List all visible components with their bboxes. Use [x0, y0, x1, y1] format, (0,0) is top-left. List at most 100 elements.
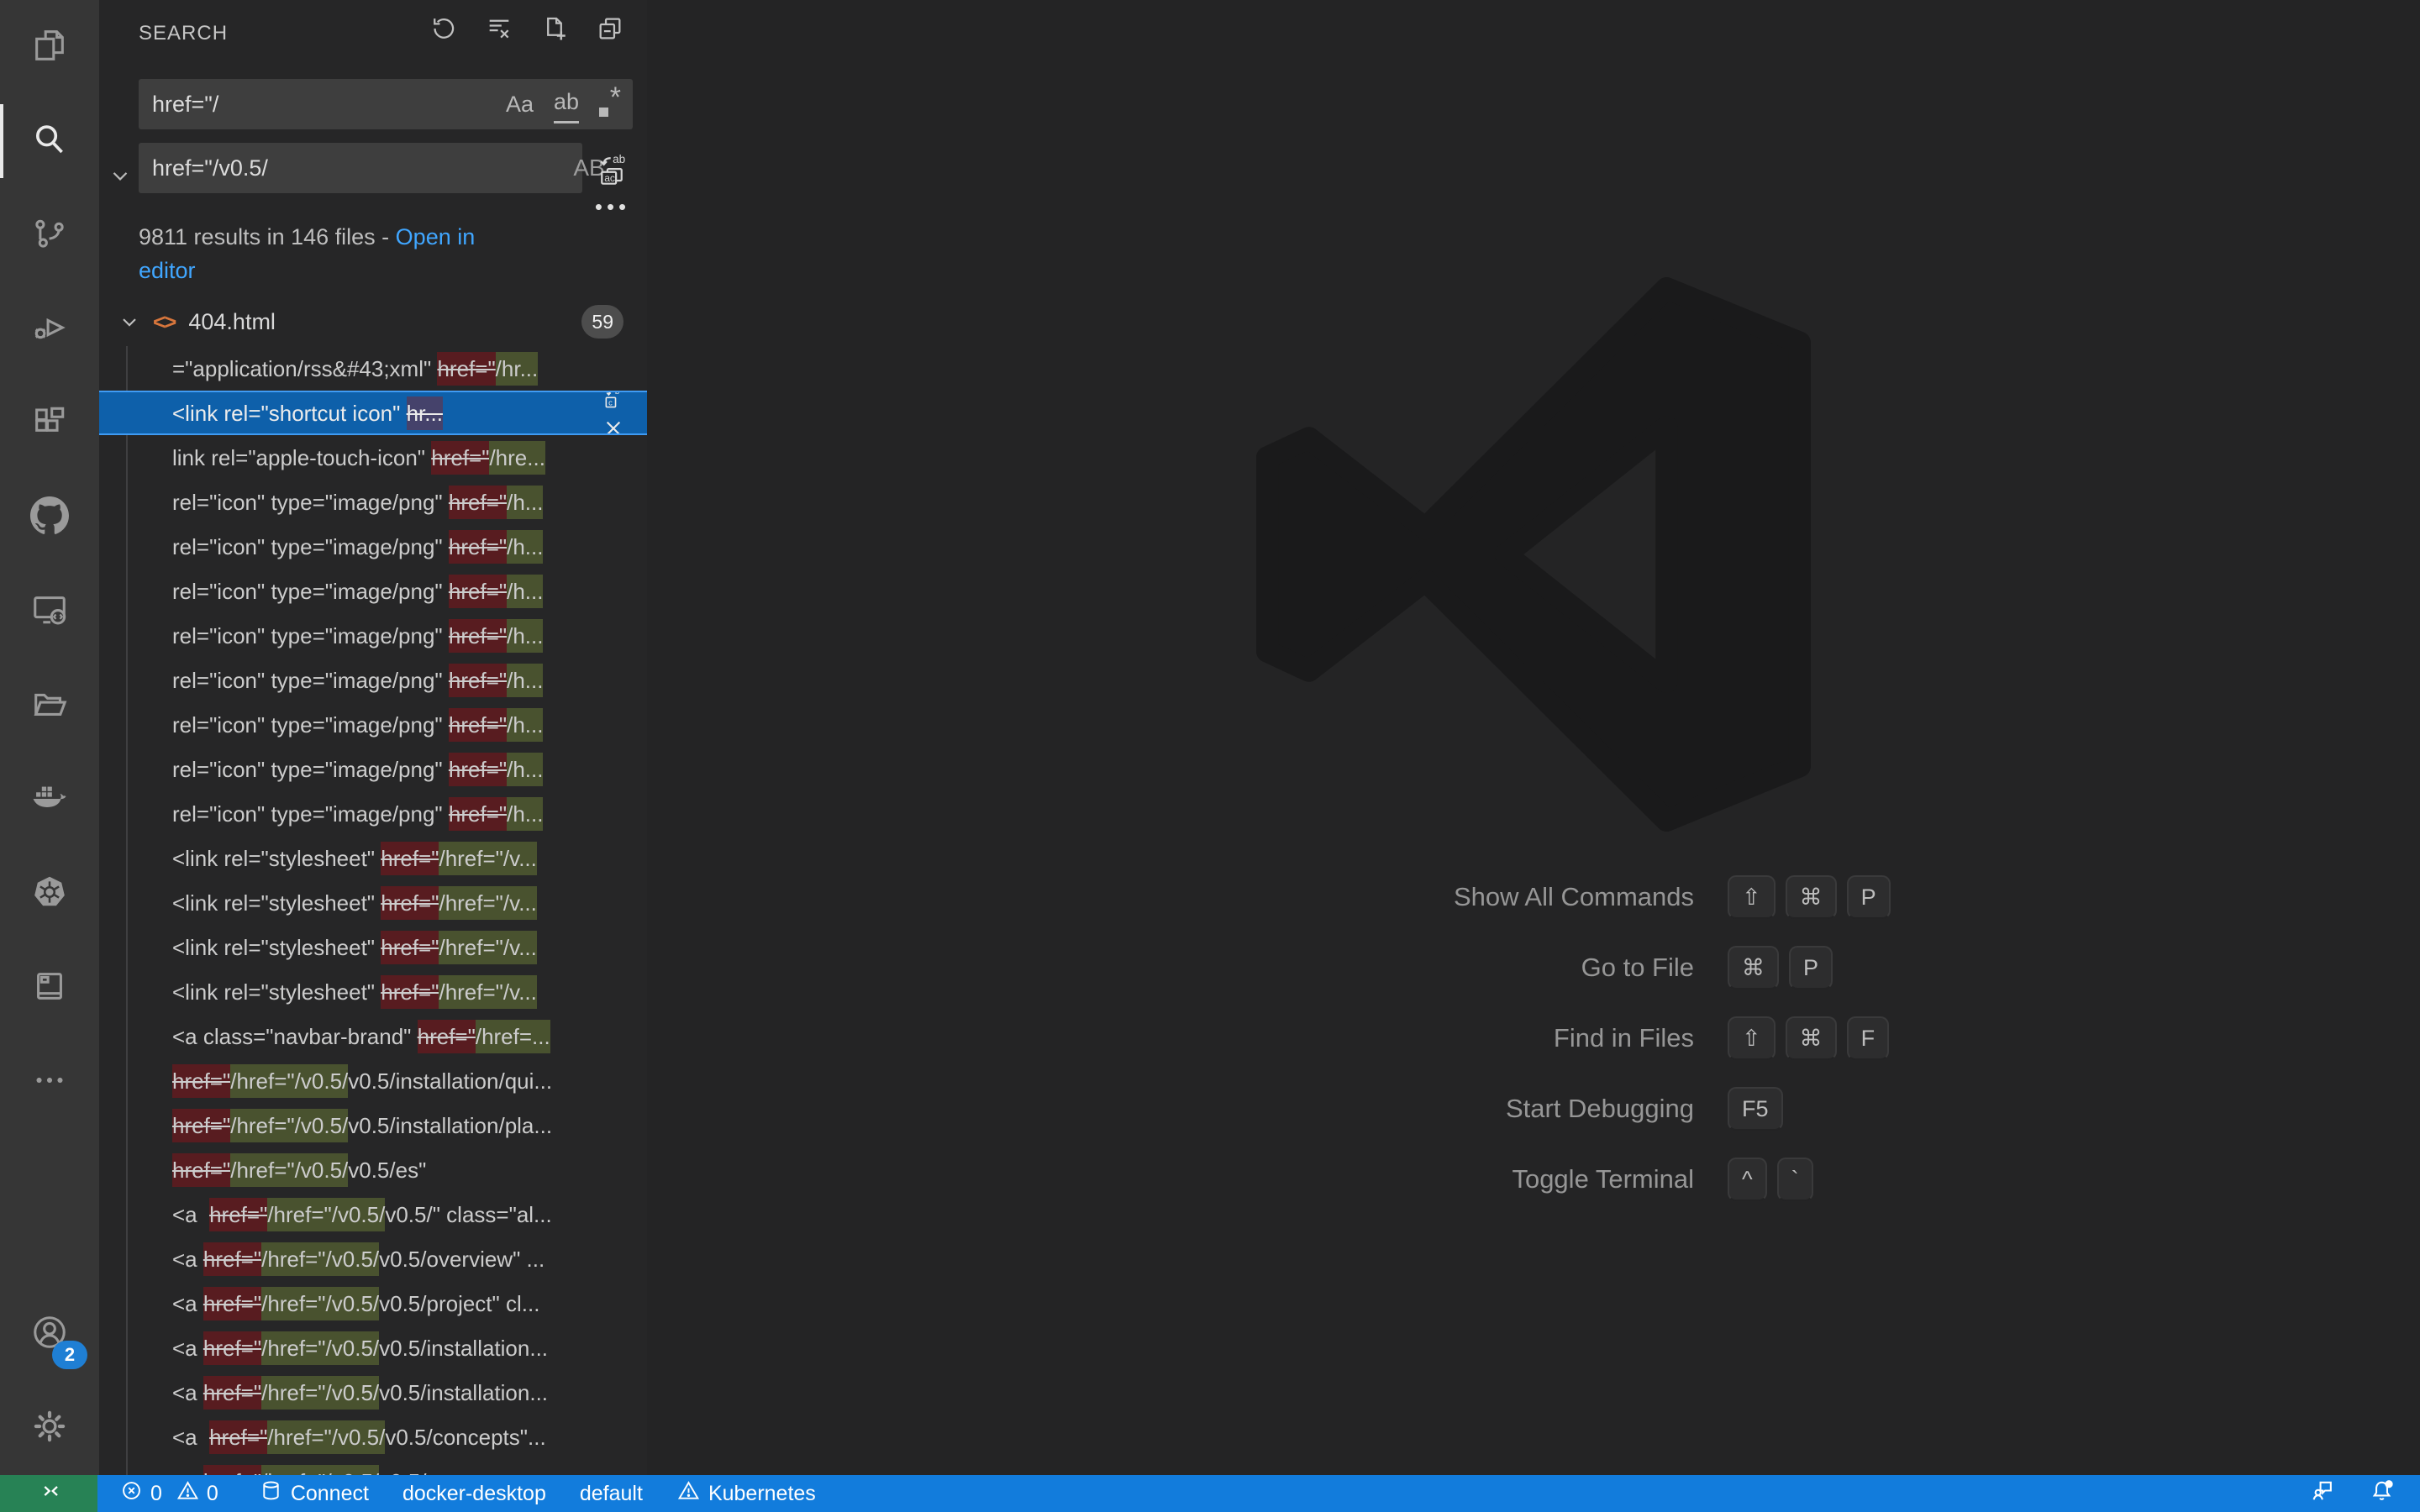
- sidebar-item-more[interactable]: [0, 1035, 99, 1129]
- match-case-toggle[interactable]: Aa: [506, 79, 534, 129]
- results-summary-text: 9811 results in 146 files: [139, 224, 376, 249]
- inserted-text: /href="/v0.5/: [267, 1198, 385, 1231]
- editor-area: Show All Commands⇧⌘PGo to File⌘PFind in …: [647, 0, 2420, 1475]
- sidebar-item-docker[interactable]: [0, 753, 99, 847]
- result-text: rel="icon" type="image/png": [172, 486, 449, 519]
- search-result-row[interactable]: <a href="/href="/v0.5/v0.5/installation.…: [99, 1370, 647, 1415]
- search-result-row[interactable]: rel="icon" type="image/png" href="/h...: [99, 747, 647, 791]
- search-result-row[interactable]: <a href="/href="/v0.5/v0.5/" class="al..…: [99, 1192, 647, 1236]
- settings-button[interactable]: [0, 1381, 99, 1475]
- result-text: v0.5/installation/qui...: [348, 1064, 552, 1098]
- result-text: <link rel="stylesheet": [172, 931, 381, 964]
- sidebar-item-explorer[interactable]: [0, 0, 99, 94]
- replace-all-button[interactable]: ab ac: [591, 149, 633, 191]
- removed-text: href=": [449, 575, 507, 608]
- sidebar-item-folder-explorer[interactable]: [0, 659, 99, 753]
- search-result-row[interactable]: <a href="/href="/v0.5/v0.5/concepts"...: [99, 1415, 647, 1459]
- search-result-row[interactable]: rel="icon" type="image/png" href="/h...: [99, 791, 647, 836]
- search-result-row[interactable]: rel="icon" type="image/png" href="/h...: [99, 480, 647, 524]
- notifications-bell-icon[interactable]: [2369, 1478, 2395, 1509]
- search-result-row[interactable]: href="/href="/v0.5/v0.5/installation/qui…: [99, 1058, 647, 1103]
- search-result-row[interactable]: href="/href="/v0.5/v0.5/es": [99, 1147, 647, 1192]
- kubernetes-status[interactable]: Kubernetes: [676, 1478, 816, 1509]
- sidebar-item-extensions[interactable]: [0, 376, 99, 470]
- search-result-row[interactable]: rel="icon" type="image/png" href="/h...: [99, 702, 647, 747]
- replace-match-button[interactable]: b c: [598, 391, 629, 413]
- clear-list-icon: [485, 14, 513, 47]
- collapse-all-button[interactable]: [592, 12, 629, 49]
- search-result-row[interactable]: <link rel="stylesheet" href="/href="/v..…: [99, 969, 647, 1014]
- result-text: v0.5/installation...: [379, 1376, 548, 1410]
- inserted-text: /href="/v...: [439, 931, 536, 964]
- result-text: <a: [172, 1287, 203, 1320]
- result-text: v0.5/" class="al...: [385, 1198, 551, 1231]
- search-result-row[interactable]: ="application/rss&#43;xml" href="/hr...: [99, 346, 647, 391]
- source-control-icon: [30, 214, 69, 257]
- shortcut-label: Show All Commands: [1156, 882, 1694, 912]
- sidebar-item-source-control[interactable]: [0, 188, 99, 282]
- github-icon: [30, 496, 69, 539]
- shortcut-keys: F5: [1728, 1087, 2005, 1131]
- search-result-row[interactable]: <link rel="stylesheet" href="/href="/v..…: [99, 880, 647, 925]
- removed-text: href=": [449, 619, 507, 653]
- chevron-down-icon: [118, 310, 141, 333]
- sidebar-item-remote-explorer[interactable]: [0, 564, 99, 659]
- whole-word-toggle[interactable]: ab: [554, 82, 579, 123]
- removed-text: href=": [437, 352, 495, 386]
- search-result-row[interactable]: <a href="/href="/v0.5/v0.5/installation.…: [99, 1326, 647, 1370]
- sidebar-item-kubernetes[interactable]: [0, 847, 99, 941]
- problems-status[interactable]: 0 0: [119, 1478, 225, 1509]
- open-new-search-editor-button[interactable]: [536, 12, 573, 49]
- result-text: <link rel="stylesheet": [172, 975, 381, 1009]
- keyboard-key: `: [1777, 1158, 1813, 1201]
- search-result-row[interactable]: <link rel="stylesheet" href="/href="/v..…: [99, 925, 647, 969]
- search-result-row[interactable]: <a href="/href="/v0.5/v0.5/project" cl..…: [99, 1281, 647, 1326]
- removed-text: href=": [449, 753, 507, 786]
- refresh-button[interactable]: [425, 12, 462, 49]
- remote-icon: [35, 1478, 62, 1510]
- new-search-editor-icon: [540, 14, 569, 47]
- removed-text: href=": [449, 486, 507, 519]
- accounts-button[interactable]: 2: [0, 1287, 99, 1381]
- search-result-row[interactable]: <a href="/href="/v0.5/v0.5/...: [99, 1459, 647, 1475]
- toggle-search-details-button[interactable]: •••: [589, 192, 636, 222]
- search-result-row[interactable]: <link rel="stylesheet" href="/href="/v..…: [99, 836, 647, 880]
- connect-status[interactable]: Connect: [259, 1478, 369, 1509]
- search-result-row[interactable]: rel="icon" type="image/png" href="/h...: [99, 613, 647, 658]
- inserted-text: /href="/v0.5/: [261, 1376, 379, 1410]
- extensions-icon: [30, 402, 69, 445]
- search-result-row[interactable]: <a href="/href="/v0.5/v0.5/overview" ...: [99, 1236, 647, 1281]
- clear-search-results-button[interactable]: [481, 12, 518, 49]
- namespace-status[interactable]: default: [580, 1482, 643, 1506]
- docker-context-status[interactable]: docker-desktop: [402, 1482, 546, 1506]
- shortcut-row: Toggle Terminal^`: [1156, 1158, 2005, 1201]
- search-result-row[interactable]: href="/href="/v0.5/v0.5/installation/pla…: [99, 1103, 647, 1147]
- removed-text: href=": [203, 1465, 261, 1476]
- search-result-row[interactable]: rel="icon" type="image/png" href="/h...: [99, 524, 647, 569]
- error-icon: [119, 1478, 144, 1509]
- result-text: rel="icon" type="image/png": [172, 530, 449, 564]
- search-result-row[interactable]: link rel="apple-touch-icon" href="/hre..…: [99, 435, 647, 480]
- shortcut-keys: ^`: [1728, 1158, 2005, 1201]
- dismiss-match-button[interactable]: [598, 413, 629, 436]
- activity-bar-bottom: 2: [0, 1287, 99, 1475]
- search-result-row[interactable]: <a class="navbar-brand" href="/href=...: [99, 1014, 647, 1058]
- regex-toggle[interactable]: *: [599, 79, 621, 129]
- removed-text: href=": [203, 1331, 261, 1365]
- toggle-replace-button[interactable]: [104, 161, 136, 193]
- sidebar-item-search[interactable]: [0, 94, 99, 188]
- keyboard-key: F: [1847, 1016, 1890, 1060]
- search-result-row[interactable]: rel="icon" type="image/png" href="/h...: [99, 658, 647, 702]
- result-text: v0.5/installation...: [379, 1331, 548, 1365]
- replace-input[interactable]: [139, 143, 582, 193]
- sidebar-item-run-and-debug[interactable]: [0, 282, 99, 376]
- sidebar-item-github[interactable]: [0, 470, 99, 564]
- search-result-row[interactable]: rel="icon" type="image/png" href="/h...: [99, 569, 647, 613]
- sidebar-item-registries[interactable]: [0, 941, 99, 1035]
- inserted-text: /h...: [507, 575, 543, 608]
- result-text: v0.5/es": [348, 1153, 426, 1187]
- search-result-row[interactable]: <link rel="shortcut icon" hr... b c: [99, 391, 647, 435]
- remote-indicator[interactable]: [0, 1475, 97, 1512]
- feedback-icon[interactable]: [2309, 1478, 2335, 1509]
- file-result-row[interactable]: <> 404.html 59: [99, 297, 647, 346]
